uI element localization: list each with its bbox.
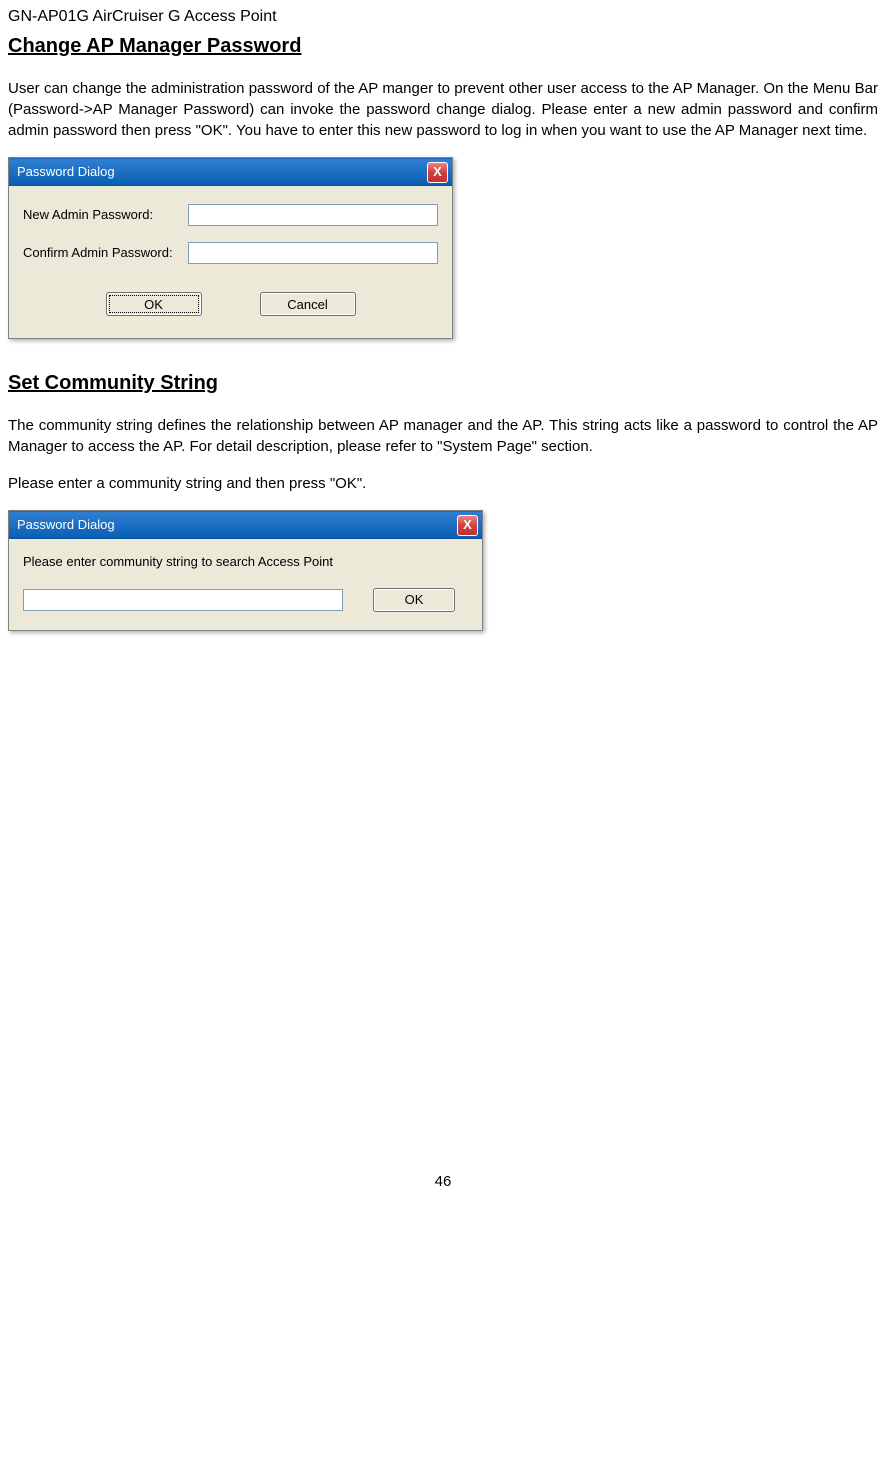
button-row: OK Cancel [23,292,438,316]
paragraph-change-password: User can change the administration passw… [8,78,878,141]
dialog-title: Password Dialog [17,163,115,181]
document-header: GN-AP01G AirCruiser G Access Point [8,6,878,28]
label-new-password: New Admin Password: [23,206,188,224]
dialog-body: New Admin Password: Confirm Admin Passwo… [9,186,452,338]
password-dialog-1: Password Dialog X New Admin Password: Co… [8,157,453,339]
ok-button[interactable]: OK [106,292,202,316]
dialog-body: Please enter community string to search … [9,539,482,629]
form-row-community: OK [23,588,468,612]
community-string-input[interactable] [23,589,343,611]
paragraph-community-string-1: The community string defines the relatio… [8,415,878,457]
password-dialog-2: Password Dialog X Please enter community… [8,510,483,630]
paragraph-community-string-2: Please enter a community string and then… [8,473,878,494]
close-icon: X [463,516,472,534]
form-row-confirm-password: Confirm Admin Password: [23,242,438,264]
close-button[interactable]: X [457,515,478,536]
dialog-title: Password Dialog [17,516,115,534]
new-admin-password-input[interactable] [188,204,438,226]
ok-button[interactable]: OK [373,588,455,612]
close-icon: X [433,163,442,181]
titlebar: Password Dialog X [9,158,452,186]
confirm-admin-password-input[interactable] [188,242,438,264]
form-row-new-password: New Admin Password: [23,204,438,226]
close-button[interactable]: X [427,162,448,183]
section-heading-change-password: Change AP Manager Password [8,32,878,60]
label-community-string: Please enter community string to search … [23,553,468,571]
cancel-button[interactable]: Cancel [260,292,356,316]
page-number: 46 [8,1171,878,1192]
label-confirm-password: Confirm Admin Password: [23,244,188,262]
titlebar: Password Dialog X [9,511,482,539]
section-heading-community-string: Set Community String [8,369,878,397]
